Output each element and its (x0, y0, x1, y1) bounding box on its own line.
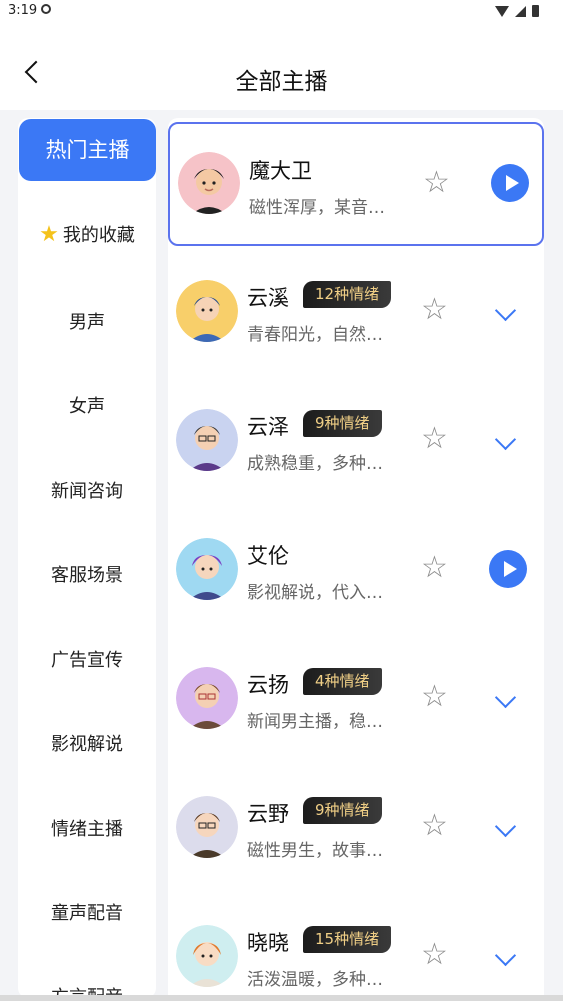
voice-name: 艾伦 (247, 544, 289, 568)
voice-name: 魔大卫 (249, 159, 312, 183)
voice-name: 云泽 (247, 415, 289, 439)
voice-card[interactable]: 云溪 12种情绪 青春阳光，自然… ☆ (168, 251, 544, 375)
avatar (176, 667, 238, 729)
sidebar-item-advertising[interactable]: 广告宣传 (18, 646, 156, 672)
favorite-star-icon[interactable]: ☆ (421, 553, 448, 583)
voice-card[interactable]: 魔大卫 磁性浑厚，某音… ☆ (168, 122, 544, 246)
voice-name: 云溪 (247, 286, 289, 310)
wifi-icon (495, 5, 509, 17)
sidebar-item-child-voice[interactable]: 童声配音 (18, 899, 156, 925)
voice-name: 晓晓 (247, 931, 289, 955)
avatar (176, 409, 238, 471)
voice-name: 云野 (247, 802, 289, 826)
avatar (176, 538, 238, 600)
settings-icon (41, 4, 51, 14)
app-header: 全部主播 (0, 24, 563, 110)
sidebar-item-label: 我的收藏 (62, 225, 135, 246)
bottom-edge (0, 995, 563, 1001)
favorite-star-icon[interactable]: ☆ (423, 168, 450, 198)
voice-card[interactable]: 云扬 4种情绪 新闻男主播，稳… ☆ (168, 638, 544, 762)
avatar (176, 280, 238, 342)
voice-card[interactable]: 云泽 9种情绪 成熟稳重，多种… ☆ (168, 380, 544, 504)
favorite-star-icon[interactable]: ☆ (421, 811, 448, 841)
chevron-down-icon[interactable] (494, 944, 517, 967)
chevron-down-icon[interactable] (494, 815, 517, 838)
play-button[interactable] (489, 550, 527, 588)
sidebar-item-customer-service[interactable]: 客服场景 (18, 561, 156, 587)
voice-description: 磁性浑厚，某音… (249, 198, 385, 218)
emotion-count-badge: 9种情绪 (303, 797, 382, 824)
sidebar-item-emotion[interactable]: 情绪主播 (18, 815, 156, 841)
emotion-count-badge: 4种情绪 (303, 668, 382, 695)
status-time: 3:19 (8, 3, 38, 18)
favorite-star-icon[interactable]: ☆ (421, 295, 448, 325)
emotion-count-badge: 15种情绪 (303, 926, 392, 953)
favorite-star-icon[interactable]: ☆ (421, 682, 448, 712)
chevron-down-icon[interactable] (494, 299, 517, 322)
voice-name: 云扬 (247, 673, 289, 697)
avatar (176, 925, 238, 987)
sidebar-item-news[interactable]: 新闻咨询 (18, 477, 156, 503)
sidebar-item-film-commentary[interactable]: 影视解说 (18, 730, 156, 756)
page-title: 全部主播 (235, 69, 328, 95)
play-button[interactable] (491, 164, 529, 202)
emotion-count-badge: 12种情绪 (303, 281, 392, 308)
star-icon: ★ (39, 222, 59, 247)
voice-description: 活泼温暖，多种… (247, 970, 383, 990)
signal-icon (515, 5, 526, 17)
emotion-count-badge: 9种情绪 (303, 410, 382, 437)
sidebar-item-hot[interactable]: 热门主播 (19, 119, 156, 181)
voice-card[interactable]: 艾伦 影视解说，代入… ☆ (168, 509, 544, 633)
voice-card[interactable]: 云野 9种情绪 磁性男生，故事… ☆ (168, 767, 544, 891)
voice-list: 魔大卫 磁性浑厚，某音… ☆ 云溪 12种情绪 青春阳光，自然… ☆ 云泽 9种… (168, 118, 544, 1001)
favorite-star-icon[interactable]: ☆ (421, 940, 448, 970)
voice-card[interactable]: 晓晓 15种情绪 活泼温暖，多种… ☆ (168, 896, 544, 1001)
voice-description: 磁性男生，故事… (247, 841, 383, 861)
status-icons (495, 5, 539, 17)
sidebar-item-favorites[interactable]: ★ 我的收藏 (18, 221, 156, 247)
voice-description: 青春阳光，自然… (247, 325, 383, 345)
voice-description: 新闻男主播，稳… (247, 712, 383, 732)
status-bar: 3:19 (0, 0, 563, 24)
category-sidebar: 热门主播 ★ 我的收藏 男声 女声 新闻咨询 客服场景 广告宣传 影视解说 情绪主… (18, 118, 156, 998)
favorite-star-icon[interactable]: ☆ (421, 424, 448, 454)
sidebar-item-male[interactable]: 男声 (18, 308, 156, 334)
avatar (176, 796, 238, 858)
chevron-down-icon[interactable] (494, 428, 517, 451)
sidebar-item-female[interactable]: 女声 (18, 392, 156, 418)
battery-icon (532, 5, 539, 17)
voice-description: 影视解说，代入… (247, 583, 383, 603)
avatar (178, 152, 240, 214)
chevron-down-icon[interactable] (494, 686, 517, 709)
voice-description: 成熟稳重，多种… (247, 454, 383, 474)
